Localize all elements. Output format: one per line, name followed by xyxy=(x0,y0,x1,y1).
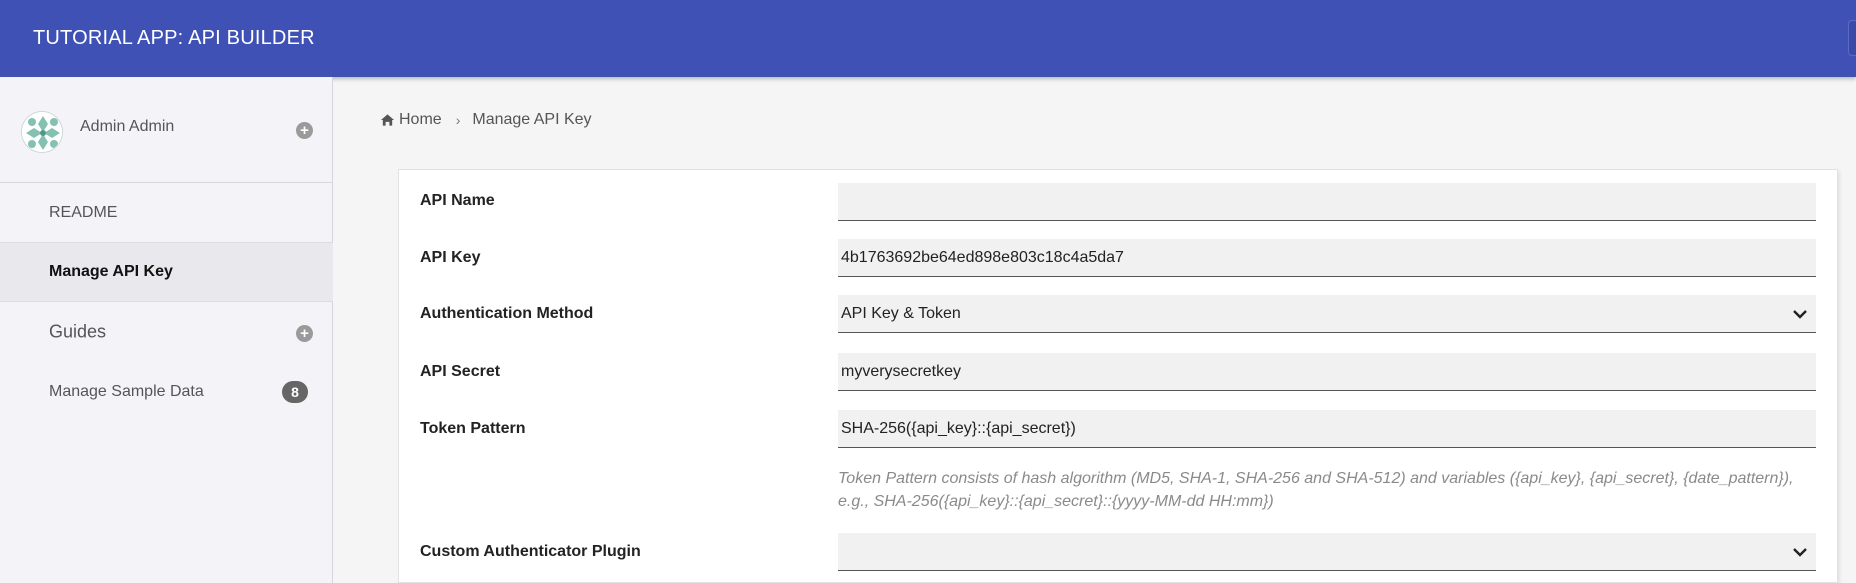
sidebar-item-label: Manage API Key xyxy=(49,263,173,280)
breadcrumb-current: Manage API Key xyxy=(472,111,592,128)
help-text-line: e.g., SHA-256({api_key}::{api_secret}::{… xyxy=(838,493,1274,510)
user-profile: Admin Admin + xyxy=(0,77,333,183)
plus-circle-icon[interactable]: + xyxy=(296,122,313,139)
profile-name[interactable]: Admin Admin xyxy=(80,118,174,136)
topbar-edge-button[interactable] xyxy=(1848,20,1856,56)
plus-circle-icon[interactable]: + xyxy=(296,325,313,342)
api-name-label: API Name xyxy=(420,192,495,209)
top-app-bar: TUTORIAL APP: API BUILDER xyxy=(0,0,1856,77)
api-secret-input[interactable] xyxy=(838,353,1816,391)
sidebar-item-label: Manage Sample Data xyxy=(49,383,204,400)
chevron-down-icon xyxy=(1793,310,1807,319)
help-text-line: Token Pattern consists of hash algorithm… xyxy=(838,470,1794,487)
breadcrumb: Home › Manage API Key xyxy=(380,111,592,129)
auth-method-select[interactable]: API Key & Token xyxy=(838,295,1816,333)
chevron-down-icon xyxy=(1793,548,1807,557)
app-title: TUTORIAL APP: API BUILDER xyxy=(33,27,315,49)
sidebar-item-readme[interactable]: README xyxy=(0,183,333,243)
sidebar-item-label: README xyxy=(49,204,118,221)
sidebar-item-manage-sample-data[interactable]: Manage Sample Data 8 xyxy=(0,362,333,422)
token-pattern-label: Token Pattern xyxy=(420,420,526,437)
sidebar-item-guides[interactable]: Guides + xyxy=(0,302,333,362)
auth-method-value: API Key & Token xyxy=(841,305,961,322)
sidebar: Admin Admin + README Manage API Key Guid… xyxy=(0,77,333,583)
sidebar-item-manage-api-key[interactable]: Manage API Key xyxy=(0,242,333,302)
api-name-input[interactable] xyxy=(838,183,1816,221)
chevron-right-icon: › xyxy=(455,112,461,128)
custom-plugin-select[interactable] xyxy=(838,533,1816,571)
custom-plugin-label: Custom Authenticator Plugin xyxy=(420,543,641,560)
avatar-pattern-icon xyxy=(22,112,62,152)
sidebar-item-label: Guides xyxy=(49,321,107,342)
breadcrumb-home-link[interactable]: Home xyxy=(399,111,442,129)
token-pattern-help-text: Token Pattern consists of hash algorithm… xyxy=(838,467,1828,513)
count-badge: 8 xyxy=(282,381,308,403)
api-secret-label: API Secret xyxy=(420,363,501,380)
auth-method-label: Authentication Method xyxy=(420,305,594,322)
api-key-label: API Key xyxy=(420,249,481,266)
home-icon xyxy=(380,114,395,126)
avatar[interactable] xyxy=(21,111,63,153)
token-pattern-input[interactable] xyxy=(838,410,1816,448)
api-key-input[interactable] xyxy=(838,239,1816,277)
